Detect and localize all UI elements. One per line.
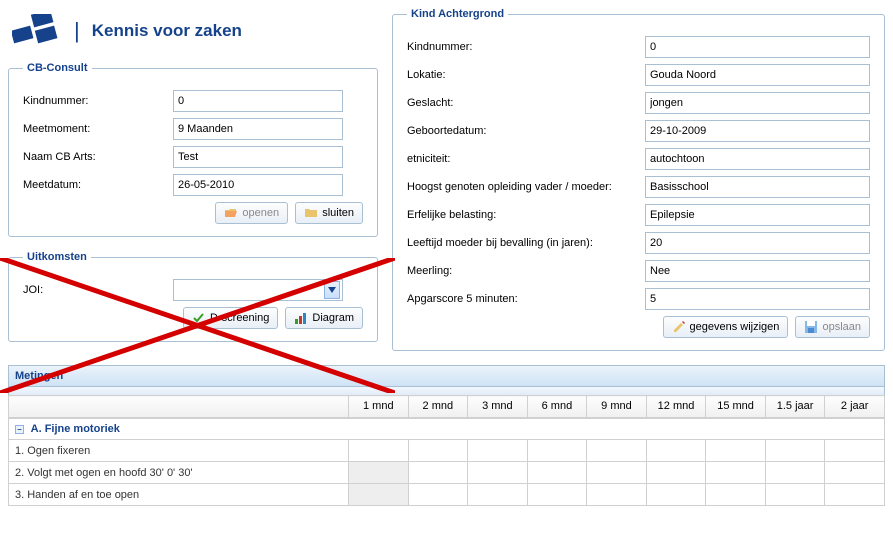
col-2mnd[interactable]: 2 mnd [408, 396, 468, 418]
save-icon [804, 320, 818, 334]
meetdatum-label: Meetdatum: [23, 179, 173, 191]
col-9mnd[interactable]: 9 mnd [587, 396, 647, 418]
tagline: Kennis voor zaken [92, 21, 242, 41]
k-lokatie-label: Lokatie: [407, 69, 645, 81]
opslaan-label: opslaan [822, 321, 861, 333]
item-1-label: 1. Ogen fixeren [9, 440, 349, 462]
k-geslacht-input[interactable] [645, 92, 870, 114]
k-leeftijd-moeder-input[interactable] [645, 232, 870, 254]
k-kindnummer-input[interactable] [645, 36, 870, 58]
folder-close-icon [304, 206, 318, 220]
tno-logo [12, 14, 62, 48]
table-row: 1. Ogen fixeren [9, 440, 885, 462]
meetmoment-label: Meetmoment: [23, 123, 173, 135]
uitkomsten-legend: Uitkomsten [23, 251, 91, 263]
kind-legend: Kind Achtergrond [407, 8, 508, 20]
pencil-icon [672, 320, 686, 334]
kindnummer-label: Kindnummer: [23, 95, 173, 107]
k-etniciteit-label: etniciteit: [407, 153, 645, 165]
meetdatum-input[interactable] [173, 174, 343, 196]
k-erfelijke-label: Erfelijke belasting: [407, 209, 645, 221]
col-1mnd[interactable]: 1 mnd [349, 396, 409, 418]
diagram-button[interactable]: Diagram [285, 307, 363, 329]
naam-cb-arts-input[interactable] [173, 146, 343, 168]
folder-open-icon [224, 206, 238, 220]
d-screening-label: D-screening [210, 312, 269, 324]
metingen-header: Metingen [8, 365, 885, 387]
d-screening-button[interactable]: D-screening [183, 307, 278, 329]
openen-label: openen [242, 207, 279, 219]
group-row[interactable]: – A. Fijne motoriek [9, 418, 885, 440]
openen-button: openen [215, 202, 288, 224]
k-opleiding-label: Hoogst genoten opleiding vader / moeder: [407, 181, 645, 193]
table-row: 2. Volgt met ogen en hoofd 30' 0' 30' [9, 462, 885, 484]
cb-consult-legend: CB-Consult [23, 62, 92, 74]
sluiten-label: sluiten [322, 207, 354, 219]
joi-select[interactable] [173, 279, 343, 301]
table-row: 3. Handen af en toe open [9, 484, 885, 506]
opslaan-button: opslaan [795, 316, 870, 338]
k-geboortedatum-input[interactable] [645, 120, 870, 142]
k-etniciteit-input[interactable] [645, 148, 870, 170]
col-15mnd[interactable]: 15 mnd [706, 396, 766, 418]
joi-label: JOI: [23, 284, 173, 296]
diagram-label: Diagram [312, 312, 354, 324]
k-erfelijke-input[interactable] [645, 204, 870, 226]
gegevens-wijzigen-button[interactable]: gegevens wijzigen [663, 316, 789, 338]
k-apgar-label: Apgarscore 5 minuten: [407, 293, 645, 305]
item-2-label: 2. Volgt met ogen en hoofd 30' 0' 30' [9, 462, 349, 484]
meetmoment-input[interactable] [173, 118, 343, 140]
uitkomsten-panel: Uitkomsten JOI: D-screening [8, 251, 378, 342]
k-lokatie-input[interactable] [645, 64, 870, 86]
col-3mnd[interactable]: 3 mnd [468, 396, 528, 418]
item-3-label: 3. Handen af en toe open [9, 484, 349, 506]
col-2jaar[interactable]: 2 jaar [825, 396, 885, 418]
k-geboortedatum-label: Geboortedatum: [407, 125, 645, 137]
group-label: A. Fijne motoriek [31, 423, 120, 435]
k-apgar-input[interactable] [645, 288, 870, 310]
chart-icon [294, 311, 308, 325]
k-meerling-input[interactable] [645, 260, 870, 282]
col-12mnd[interactable]: 12 mnd [646, 396, 706, 418]
chevron-down-icon [324, 281, 340, 299]
k-kindnummer-label: Kindnummer: [407, 41, 645, 53]
metingen-header-row: 1 mnd 2 mnd 3 mnd 6 mnd 9 mnd 12 mnd 15 … [9, 396, 885, 418]
k-opleiding-input[interactable] [645, 176, 870, 198]
k-meerling-label: Meerling: [407, 265, 645, 277]
kind-achtergrond-panel: Kind Achtergrond Kindnummer: Lokatie: Ge… [392, 8, 885, 351]
col-6mnd[interactable]: 6 mnd [527, 396, 587, 418]
app-header: | Kennis voor zaken [12, 14, 378, 48]
gegevens-wijzigen-label: gegevens wijzigen [690, 321, 780, 333]
sluiten-button[interactable]: sluiten [295, 202, 363, 224]
collapse-icon[interactable]: – [15, 425, 24, 434]
k-geslacht-label: Geslacht: [407, 97, 645, 109]
k-leeftijd-moeder-label: Leeftijd moeder bij bevalling (in jaren)… [407, 237, 645, 249]
metingen-subheader [8, 387, 885, 395]
metingen-grid: 1 mnd 2 mnd 3 mnd 6 mnd 9 mnd 12 mnd 15 … [8, 395, 885, 506]
col-1_5jaar[interactable]: 1.5 jaar [765, 396, 825, 418]
naam-cb-arts-label: Naam CB Arts: [23, 151, 173, 163]
cb-consult-panel: CB-Consult Kindnummer: Meetmoment: Naam … [8, 62, 378, 237]
metingen-title: Metingen [15, 370, 63, 382]
check-icon [192, 311, 206, 325]
header-separator: | [74, 18, 80, 44]
kindnummer-input[interactable] [173, 90, 343, 112]
